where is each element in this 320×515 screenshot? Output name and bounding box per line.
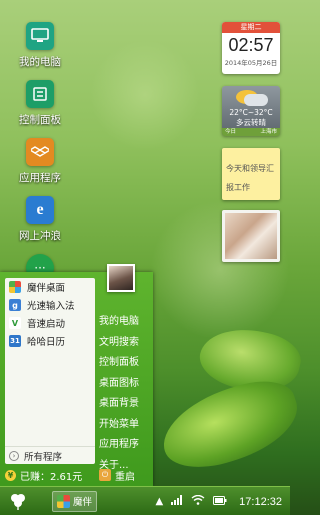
- start-menu-item-label: 光速输入法: [27, 301, 75, 312]
- launcher-icon: V: [9, 317, 21, 329]
- weather-day-label: 今日: [225, 129, 237, 135]
- system-tray: ▲ 17:12:32: [155, 487, 290, 515]
- start-menu-item-label: 魔伴桌面: [27, 283, 66, 294]
- taskbar-item-moban[interactable]: 魔伴: [52, 490, 98, 512]
- restart-button[interactable]: ⏻ 重启: [99, 468, 135, 483]
- caret-up-icon[interactable]: ▲: [155, 496, 163, 507]
- weather-cloud-shape: [244, 94, 268, 106]
- desktop-icon-control-panel[interactable]: 控制面板: [8, 80, 72, 127]
- battery-icon[interactable]: [213, 495, 227, 508]
- start-menu-item-label: 音速启动: [27, 319, 66, 330]
- desktop-icon-applications[interactable]: 应用程序: [8, 138, 72, 185]
- background-bokeh: [90, 40, 200, 150]
- mobanzhuomian-icon: [57, 494, 70, 508]
- weather-city: 上海市: [260, 129, 277, 135]
- start-button[interactable]: [0, 487, 36, 515]
- signal-icon[interactable]: [171, 495, 183, 508]
- restart-label: 重启: [115, 471, 135, 483]
- start-menu-app-list: 魔伴桌面 g 光速输入法 V 音速启动 31 哈哈日历 › 所有程序: [5, 278, 95, 464]
- note-text: 今天和领导汇报工作: [226, 164, 274, 192]
- earnings-display[interactable]: ¥ 已赚：2.61元: [0, 468, 82, 483]
- taskbar-clock[interactable]: 17:12:32: [239, 496, 282, 508]
- monitor-icon: [26, 22, 54, 50]
- control-panel-icon: [26, 80, 54, 108]
- mobanzhuomian-icon: [9, 281, 21, 293]
- start-menu-link-applications[interactable]: 应用程序: [99, 435, 153, 456]
- clock-date: 2014年05月26日: [224, 59, 278, 67]
- desktop-icon-label: 应用程序: [19, 172, 61, 184]
- avatar[interactable]: [107, 264, 135, 292]
- calendar-icon: 31: [9, 335, 21, 347]
- earnings-label: 已赚：2.61元: [20, 471, 83, 483]
- start-menu-item-launcher[interactable]: V 音速启动: [5, 314, 95, 332]
- start-menu-item-calendar[interactable]: 31 哈哈日历: [5, 332, 95, 350]
- wifi-icon[interactable]: [191, 494, 205, 508]
- weather-condition: 多云转晴: [236, 118, 266, 127]
- desktop-icon-label: 我的电脑: [19, 56, 61, 68]
- weather-widget[interactable]: 22°C~32°C 多云转晴 今日 上海市: [222, 86, 280, 136]
- start-menu-shortcuts: 我的电脑 文明搜索 控制面板 桌面图标 桌面背景 开始菜单 应用程序 关于...: [99, 312, 153, 476]
- start-menu-link-my-computer[interactable]: 我的电脑: [99, 312, 153, 333]
- taskbar: 魔伴 ▲ 17:12:32: [0, 486, 290, 515]
- all-programs-button[interactable]: › 所有程序: [5, 446, 95, 464]
- clock-weekday: 星期二: [222, 22, 280, 33]
- power-icon: ⏻: [99, 469, 111, 481]
- start-menu-link-search[interactable]: 文明搜索: [99, 333, 153, 354]
- start-menu-link-control-panel[interactable]: 控制面板: [99, 353, 153, 374]
- start-menu-item-mobanzhuomian[interactable]: 魔伴桌面: [5, 278, 95, 296]
- desktop-icon-label: 控制面板: [19, 114, 61, 126]
- input-method-icon: g: [9, 299, 21, 311]
- start-menu-item-input-method[interactable]: g 光速输入法: [5, 296, 95, 314]
- dropbox-icon: [26, 138, 54, 166]
- desktop-icon-my-computer[interactable]: 我的电脑: [8, 22, 72, 69]
- note-widget[interactable]: 今天和领导汇报工作: [222, 148, 280, 200]
- arrow-right-icon: ›: [9, 450, 19, 461]
- coin-icon: ¥: [5, 469, 16, 481]
- start-menu-link-start-menu[interactable]: 开始菜单: [99, 415, 153, 436]
- start-menu: 魔伴桌面 g 光速输入法 V 音速启动 31 哈哈日历 › 所有程序 我的电脑 …: [0, 264, 153, 486]
- clock-time: 02:57: [228, 35, 274, 55]
- weather-temp: 22°C~32°C: [229, 108, 273, 117]
- clover-icon: [11, 494, 25, 510]
- all-programs-label: 所有程序: [24, 451, 63, 463]
- clock-widget[interactable]: 星期二 02:57 2014年05月26日: [222, 22, 280, 74]
- start-menu-footer: ¥ 已赚：2.61元 ⏻ 重启: [0, 464, 153, 486]
- start-menu-item-label: 哈哈日历: [27, 337, 66, 348]
- taskbar-item-label: 魔伴: [73, 497, 93, 508]
- desktop-icon-internet[interactable]: e 网上冲浪: [8, 196, 72, 243]
- desktop-icon-label: 网上冲浪: [19, 230, 61, 242]
- background-leaf: [152, 370, 308, 480]
- start-menu-link-desktop-icons[interactable]: 桌面图标: [99, 374, 153, 395]
- photo-icon: [225, 213, 277, 259]
- ie-icon: e: [26, 196, 54, 224]
- avatar-photo: [109, 266, 133, 290]
- weather-footer: 今日 上海市: [222, 128, 280, 136]
- start-menu-link-wallpaper[interactable]: 桌面背景: [99, 394, 153, 415]
- photo-widget[interactable]: [222, 210, 280, 262]
